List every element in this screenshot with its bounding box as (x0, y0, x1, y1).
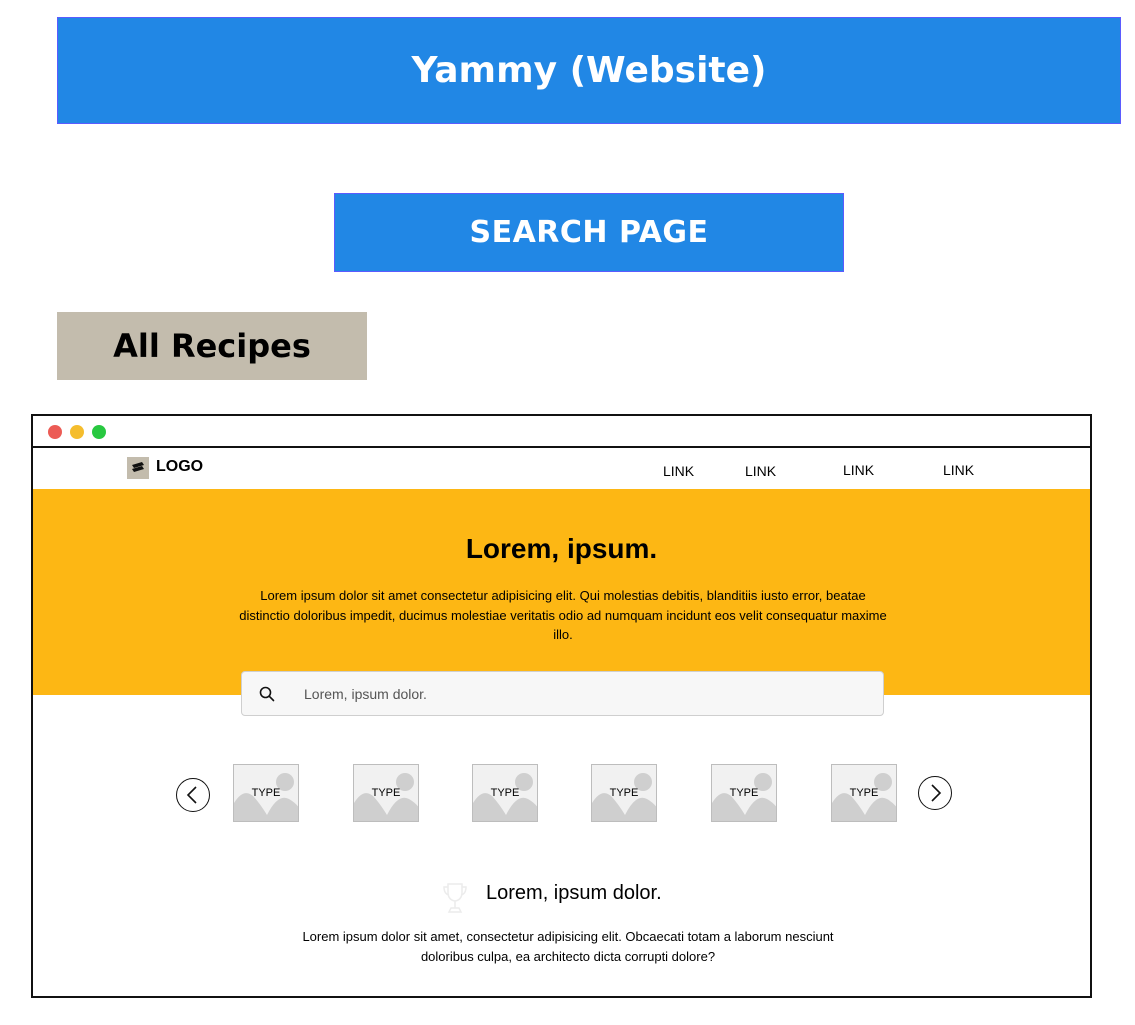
carousel-next-button[interactable] (918, 776, 952, 810)
type-card[interactable]: TYPE (591, 764, 657, 822)
type-card[interactable]: TYPE (353, 764, 419, 822)
browser-window: LOGO LINK LINK LINK LINK Lorem, ipsum. L… (31, 414, 1092, 998)
chevron-right-icon (931, 784, 942, 802)
minimize-window-button[interactable] (70, 425, 84, 439)
page-label-text: SEARCH PAGE (469, 215, 709, 250)
search-bar[interactable] (241, 671, 884, 716)
hero-description: Lorem ipsum dolor sit amet consectetur a… (239, 588, 887, 642)
feature-title: Lorem, ipsum dolor. (486, 882, 662, 904)
type-card[interactable]: TYPE (472, 764, 538, 822)
type-card-label: TYPE (609, 787, 639, 799)
nav-link-2[interactable]: LINK (745, 463, 776, 479)
type-card-label: TYPE (729, 787, 759, 799)
page-label-banner: SEARCH PAGE (334, 193, 844, 272)
window-titlebar (33, 416, 1090, 448)
type-card-label: TYPE (490, 787, 520, 799)
type-card-label: TYPE (371, 787, 401, 799)
logo-icon[interactable] (127, 457, 149, 479)
hero-title: Lorem, ipsum. (465, 533, 658, 564)
chevron-left-icon (186, 786, 197, 804)
section-label: All Recipes (57, 312, 367, 380)
title-text: Yammy (Website) (411, 50, 767, 91)
search-input[interactable] (304, 672, 864, 715)
type-card[interactable]: TYPE (831, 764, 897, 822)
type-card[interactable]: TYPE (711, 764, 777, 822)
feature-description: Lorem ipsum dolor sit amet, consectetur … (302, 929, 834, 964)
search-icon[interactable] (258, 685, 276, 708)
type-card-label: TYPE (849, 787, 879, 799)
site-navbar: LOGO LINK LINK LINK LINK (33, 448, 1090, 490)
type-card[interactable]: TYPE (233, 764, 299, 822)
close-window-button[interactable] (48, 425, 62, 439)
section-label-text: All Recipes (113, 327, 311, 365)
type-card-label: TYPE (251, 787, 281, 799)
carousel-prev-button[interactable] (176, 778, 210, 812)
maximize-window-button[interactable] (92, 425, 106, 439)
nav-link-4[interactable]: LINK (943, 462, 974, 478)
nav-link-1[interactable]: LINK (663, 463, 694, 479)
trophy-icon (441, 882, 469, 921)
nav-link-3[interactable]: LINK (843, 462, 874, 478)
logo-text[interactable]: LOGO (156, 458, 203, 476)
title-banner: Yammy (Website) (57, 17, 1121, 124)
hero-section: Lorem, ipsum. Lorem ipsum dolor sit amet… (33, 489, 1090, 695)
